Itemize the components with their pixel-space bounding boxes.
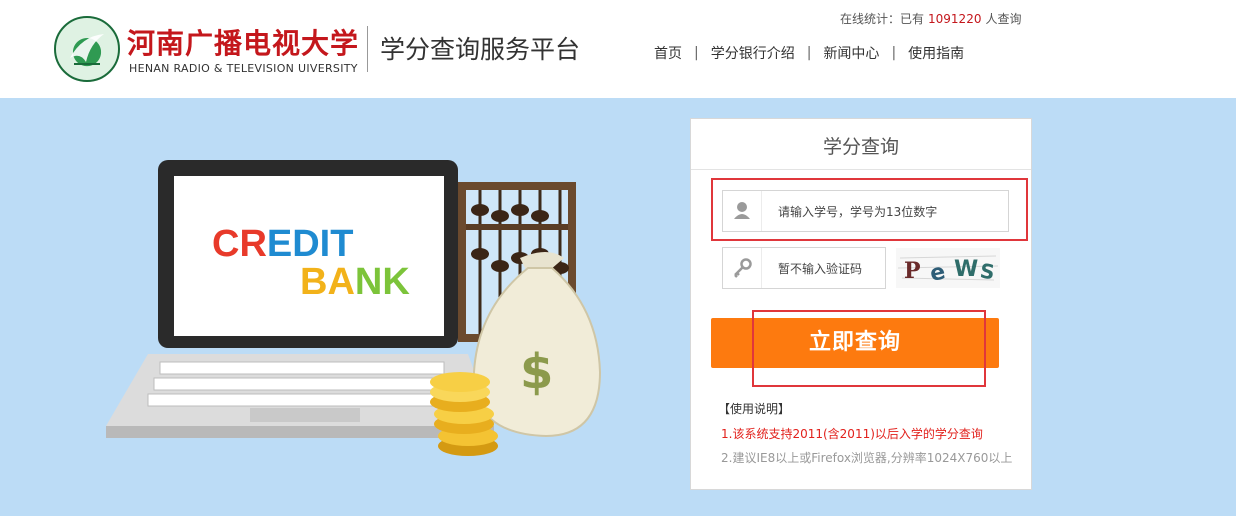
nav-user-guide[interactable]: 使用指南 — [908, 43, 964, 63]
nav-credit-bank-intro[interactable]: 学分银行介绍 — [711, 43, 795, 63]
main-nav: 首页 | 学分银行介绍 | 新闻中心 | 使用指南 — [654, 43, 964, 63]
dollar-sign: $ — [520, 344, 553, 400]
online-stats: 在线统计：已有 1091220 人查询 — [840, 10, 1021, 27]
panel-title: 学分查询 — [691, 119, 1031, 170]
usage-note-1: 1.该系统支持2011(含2011)以后入学的学分查询 — [721, 427, 983, 441]
platform-title: 学分查询服务平台 — [380, 35, 581, 64]
page-header: 河南广播电视大学 HENAN RADIO & TELEVISION UIVERS… — [0, 0, 1236, 98]
nav-separator: | — [694, 45, 699, 61]
svg-text:W: W — [954, 257, 978, 282]
screen-text-bank: BANK — [300, 261, 410, 303]
nav-home[interactable]: 首页 — [654, 43, 682, 63]
credit-bank-illustration: CREDIT BANK $ — [106, 160, 602, 456]
key-icon — [723, 248, 762, 288]
highlight-box-student-id — [711, 178, 1028, 241]
university-name-en: HENAN RADIO & TELEVISION UIVERSITY — [129, 62, 358, 75]
university-name-cn: 河南广播电视大学 — [127, 27, 360, 60]
stats-count: 1091220 — [928, 12, 982, 26]
header-divider — [367, 26, 368, 72]
usage-notes-title: 【使用说明】 — [718, 402, 791, 416]
usage-note-2: 2.建议IE8以上或Firefox浏览器,分辨率1024X760以上 — [721, 451, 1013, 465]
svg-text:P: P — [904, 258, 921, 284]
captcha-placeholder: 暂不输入验证码 — [778, 262, 863, 276]
nav-separator: | — [891, 45, 897, 61]
captcha-image[interactable]: P e W S — [896, 248, 1000, 288]
nav-news-center[interactable]: 新闻中心 — [823, 43, 879, 63]
stats-prefix: 在线统计：已有 — [840, 12, 925, 26]
screen-text-credit: CREDIT — [212, 223, 353, 265]
university-logo — [54, 16, 120, 82]
stats-suffix: 人查询 — [985, 12, 1022, 26]
gold-coins-image — [430, 372, 498, 456]
captcha-field[interactable]: 暂不输入验证码 — [722, 247, 886, 289]
highlight-box-submit — [752, 310, 986, 387]
nav-separator: | — [806, 45, 812, 61]
